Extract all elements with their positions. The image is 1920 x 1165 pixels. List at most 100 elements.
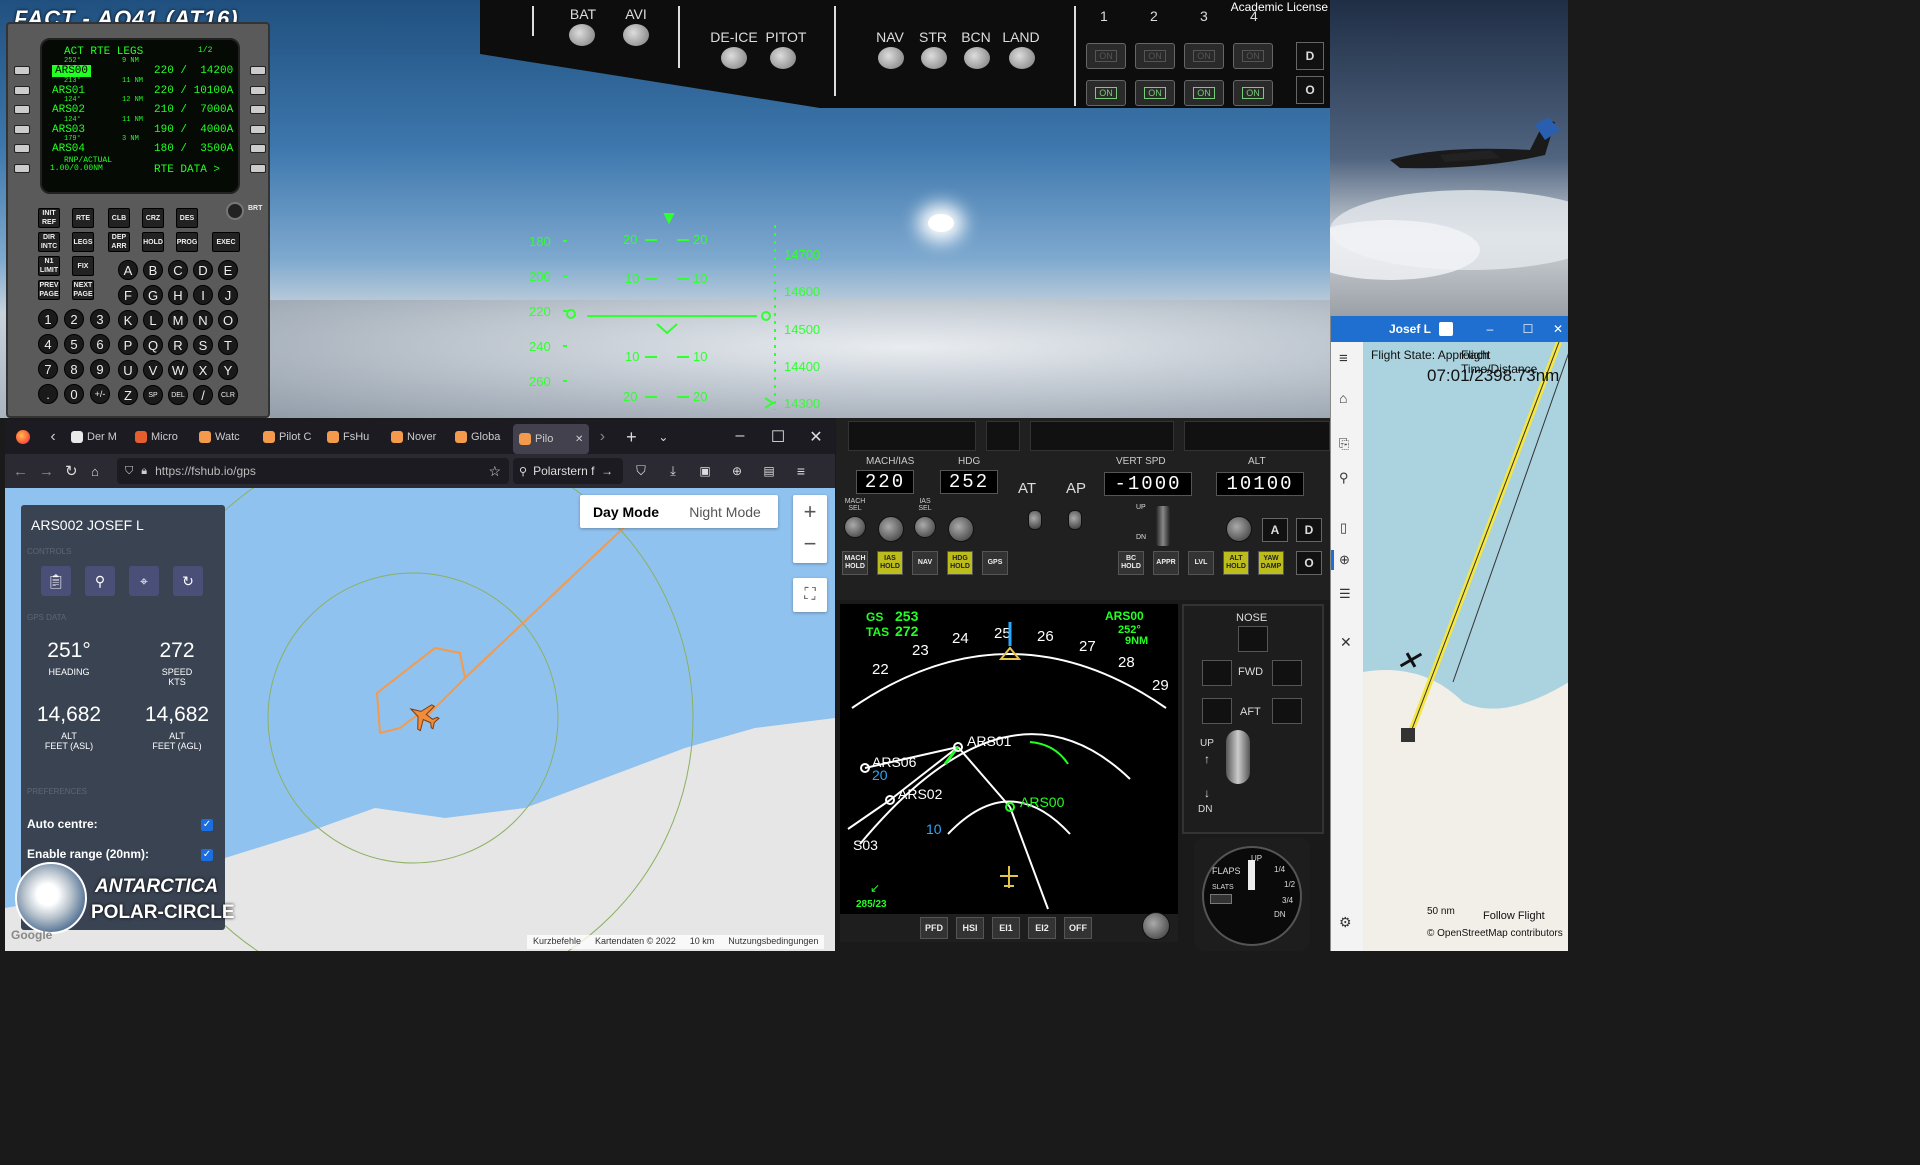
ias-sel-button[interactable] xyxy=(914,516,936,538)
cdu-key-dep-arr[interactable]: DEP ARR xyxy=(108,232,130,252)
mach-sel-button[interactable] xyxy=(844,516,866,538)
strobe-switch[interactable] xyxy=(921,47,947,69)
cdu-key-slash[interactable]: / xyxy=(193,385,213,405)
home-icon[interactable]: ⌂ xyxy=(91,464,113,479)
mcp-hdg-hold-button[interactable]: HDG HOLD xyxy=(947,551,973,575)
browser-tab[interactable]: Globa xyxy=(449,422,513,452)
cdu-key-v[interactable]: V xyxy=(143,360,163,380)
cdu-lsk-l4[interactable] xyxy=(14,124,30,134)
settings-gear-icon[interactable]: ⚙ xyxy=(1339,914,1352,931)
footer-shortcuts[interactable]: Kurzbefehle xyxy=(533,936,581,948)
cdu-key-e[interactable]: E xyxy=(218,260,238,280)
browser-tab[interactable]: Watc xyxy=(193,422,257,452)
nav-light-switch[interactable] xyxy=(878,47,904,69)
night-mode-button[interactable]: Night Mode xyxy=(672,495,778,528)
zoom-icon[interactable]: ⊕ xyxy=(723,464,751,478)
cdu-key-s[interactable]: S xyxy=(193,335,213,355)
engine-3-top-button[interactable]: ON xyxy=(1184,43,1224,69)
cdu-lsk-l2[interactable] xyxy=(14,85,30,95)
search-map-button[interactable]: ⚲ xyxy=(85,566,115,596)
cdu-key-num-4[interactable]: 4 xyxy=(38,334,58,354)
cdu-lsk-l6[interactable] xyxy=(14,163,30,173)
gear-lever[interactable] xyxy=(1226,730,1250,784)
engine-2-on-button[interactable]: ON xyxy=(1135,80,1175,106)
overhead-o-button[interactable]: O xyxy=(1296,76,1324,104)
mcp-o-button[interactable]: O xyxy=(1296,551,1322,575)
cdu-key-h[interactable]: H xyxy=(168,285,188,305)
cdu-key-d[interactable]: D xyxy=(193,260,213,280)
cdu-key-fix[interactable]: FIX xyxy=(72,256,94,276)
fullscreen-icon[interactable]: ⛶ xyxy=(793,578,827,612)
cdu-key-rte[interactable]: RTE xyxy=(72,208,94,228)
beacon-switch[interactable] xyxy=(964,47,990,69)
cdu-key-p[interactable]: P xyxy=(118,335,138,355)
deice-switch[interactable] xyxy=(721,47,747,69)
cdu-key-num-7[interactable]: 7 xyxy=(38,359,58,379)
cdu-key-legs[interactable]: LEGS xyxy=(72,232,94,252)
download-icon[interactable]: ⤓ xyxy=(659,463,687,479)
cdu-leg-row[interactable]: 179° 3 NM ARS04 180 / 3500A xyxy=(42,135,238,157)
brt-knob[interactable] xyxy=(226,202,244,220)
cdu-key-num-2[interactable]: 2 xyxy=(64,309,84,329)
cdu-key-num-3[interactable]: 3 xyxy=(90,309,110,329)
tab-scroll-right-icon[interactable]: › xyxy=(589,428,615,446)
forward-icon[interactable]: → xyxy=(39,463,61,480)
home-icon[interactable]: ⌂ xyxy=(1339,390,1347,406)
tracker-map[interactable]: Flight State: Approach Flight Time/Dista… xyxy=(1363,342,1568,951)
cdu-lsk-r2[interactable] xyxy=(250,85,266,95)
firefox-icon[interactable] xyxy=(5,420,41,454)
cdu-key-t[interactable]: T xyxy=(218,335,238,355)
browser-tab[interactable]: Pilot C xyxy=(257,422,321,452)
mcp-d-button[interactable]: D xyxy=(1296,518,1322,542)
cdu-key-m[interactable]: M xyxy=(168,310,188,330)
hamburger-icon[interactable]: ≡ xyxy=(1339,350,1348,367)
cdu-key-i[interactable]: I xyxy=(193,285,213,305)
cdu-key-n1-limit[interactable]: N1 LIMIT xyxy=(38,256,60,276)
device-icon[interactable]: ▯ xyxy=(1340,520,1347,536)
cdu-key-hold[interactable]: HOLD xyxy=(142,232,164,252)
cdu-key-del[interactable]: DEL xyxy=(168,385,188,405)
cdu-key-k[interactable]: K xyxy=(118,310,138,330)
nd-ei1-button[interactable]: EI1 xyxy=(992,917,1020,939)
cdu-key-clr[interactable]: CLR xyxy=(218,385,238,405)
menu-icon[interactable]: ≡ xyxy=(787,463,815,479)
zoom-out-button[interactable]: − xyxy=(793,529,827,563)
cdu-lsk-r5[interactable] xyxy=(250,144,266,153)
cdu-key-x[interactable]: X xyxy=(193,360,213,380)
cdu-key-prog[interactable]: PROG xyxy=(176,232,198,252)
url-bar[interactable]: ⛉ 🔒︎ https://fshub.io/gps ☆ xyxy=(117,458,509,484)
cdu-key-y[interactable]: Y xyxy=(218,360,238,380)
pocket-icon[interactable]: ⛉ xyxy=(627,463,655,479)
cdu-key-num-1[interactable]: 1 xyxy=(38,309,58,329)
browser-tab[interactable]: Pilo ✕ xyxy=(513,424,590,454)
cdu-key-q[interactable]: Q xyxy=(143,335,163,355)
cdu-key-num-5[interactable]: 5 xyxy=(64,334,84,354)
cdu-key-num-8[interactable]: 8 xyxy=(64,359,84,379)
import-icon[interactable]: ⎘ xyxy=(1339,436,1349,452)
cdu-key-f[interactable]: F xyxy=(118,285,138,305)
clipboard-button[interactable]: 📋︎ xyxy=(41,566,71,596)
browser-tab[interactable]: FsHu xyxy=(321,422,385,452)
globe-icon[interactable]: ⊕ xyxy=(1339,552,1350,568)
cdu-key-num-6[interactable]: 6 xyxy=(90,334,110,354)
hdg-knob[interactable] xyxy=(948,516,974,542)
cdu-key-n[interactable]: N xyxy=(193,310,213,330)
browser-tab[interactable]: Der M xyxy=(65,422,129,452)
landing-light-switch[interactable] xyxy=(1009,47,1035,69)
cdu-rte-data[interactable]: RTE DATA > xyxy=(154,164,220,176)
browser-tab[interactable]: Micro xyxy=(129,422,193,452)
cdu-lsk-l1[interactable] xyxy=(14,66,30,75)
footer-terms[interactable]: Nutzungsbedingungen xyxy=(728,936,818,948)
cdu-lsk-r1[interactable] xyxy=(250,66,266,75)
cdu-lsk-l3[interactable] xyxy=(14,105,30,114)
cdu-key-dir-intc[interactable]: DIR INTC xyxy=(38,232,60,252)
back-icon[interactable]: ← xyxy=(13,463,35,480)
day-mode-button[interactable]: Day Mode xyxy=(580,495,672,528)
cdu-key-a[interactable]: A xyxy=(118,260,138,280)
alt-knob[interactable] xyxy=(1226,516,1252,542)
mcp-alt-hold-button[interactable]: ALT HOLD xyxy=(1223,551,1249,575)
mcp-mach-hold-button[interactable]: MACH HOLD xyxy=(842,551,868,575)
search-box[interactable]: ⚲ Polarstern fi → xyxy=(513,458,623,484)
new-tab-icon[interactable]: + xyxy=(615,427,647,448)
enable-range-checkbox[interactable]: ✓ xyxy=(201,849,213,861)
